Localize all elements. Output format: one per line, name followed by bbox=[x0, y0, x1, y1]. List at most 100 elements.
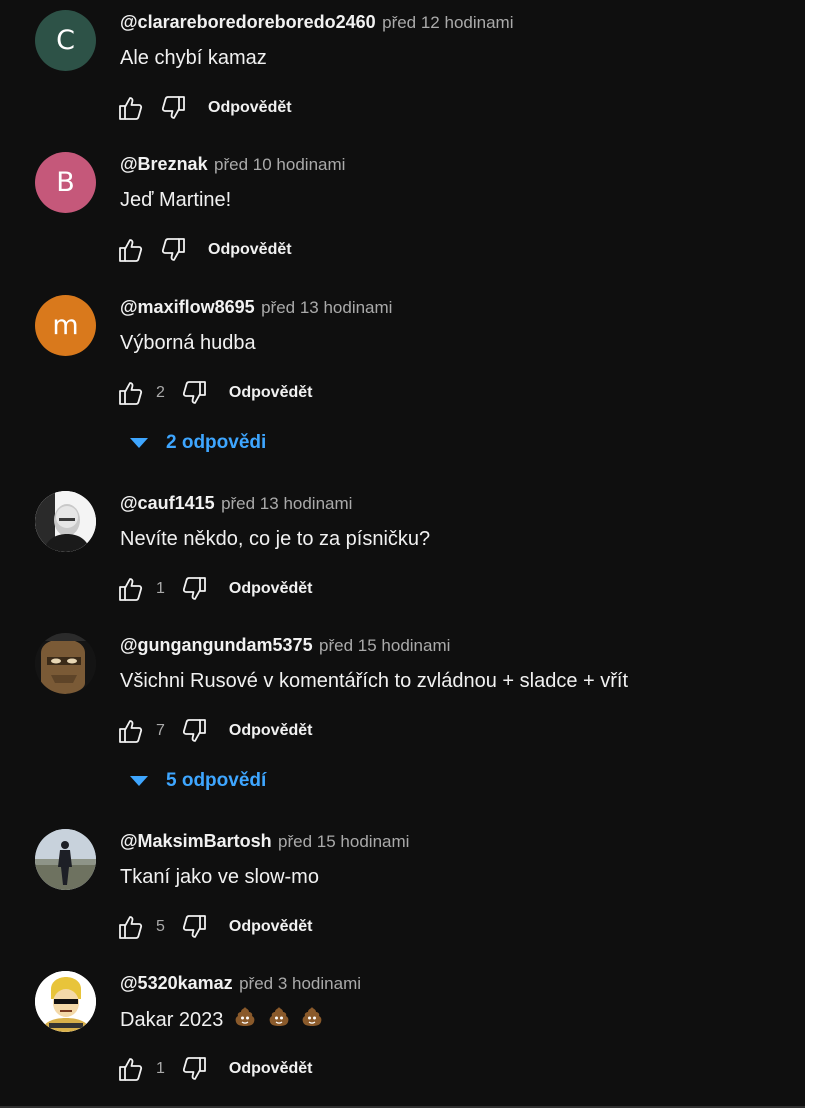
comment-actions: 5 Odpovědět bbox=[110, 907, 312, 947]
caret-down-icon bbox=[130, 776, 148, 786]
like-button[interactable] bbox=[110, 569, 150, 609]
comment-time[interactable]: před 15 hodinami bbox=[319, 636, 450, 655]
avatar-letter: m bbox=[52, 310, 79, 341]
avatar-letter: C bbox=[56, 25, 75, 56]
comment-time[interactable]: před 3 hodinami bbox=[239, 974, 361, 993]
comment-author[interactable]: @Breznak bbox=[120, 154, 208, 174]
thumbs-up-icon bbox=[119, 97, 143, 120]
comment-actions: Odpovědět bbox=[110, 88, 292, 128]
comment-item: C @clarareboredoreboredo2460 před 12 hod… bbox=[0, 10, 805, 140]
reply-button[interactable]: Odpovědět bbox=[208, 93, 292, 123]
reply-button[interactable]: Odpovědět bbox=[229, 716, 313, 746]
comment-author[interactable]: @gungangundam5375 bbox=[120, 635, 313, 655]
thumbs-down-icon bbox=[182, 719, 206, 742]
avatar[interactable] bbox=[35, 829, 96, 890]
comment-text: Všichni Rusové v komentářích to zvládnou… bbox=[120, 670, 629, 692]
like-count: 5 bbox=[156, 918, 165, 935]
comment-author[interactable]: @maxiflow8695 bbox=[120, 297, 255, 317]
avatar[interactable] bbox=[35, 971, 96, 1032]
avatar[interactable]: m bbox=[35, 295, 96, 356]
thumbs-down-icon bbox=[161, 238, 185, 261]
portrait-photo-icon bbox=[35, 491, 96, 552]
comment-header: @clarareboredoreboredo2460 před 12 hodin… bbox=[120, 10, 513, 34]
comment-author[interactable]: @cauf1415 bbox=[120, 493, 215, 513]
comment-item: m @maxiflow8695 před 13 hodinami Výborná… bbox=[0, 295, 805, 453]
like-count: 1 bbox=[156, 580, 165, 597]
comment-actions: 1 Odpovědět bbox=[110, 1049, 312, 1089]
like-count: 1 bbox=[156, 1060, 165, 1077]
thumbs-up-icon bbox=[119, 720, 143, 743]
comment-text: Ale chybí kamaz bbox=[120, 47, 267, 69]
comment-time[interactable]: před 12 hodinami bbox=[382, 13, 513, 32]
comment-author[interactable]: @MaksimBartosh bbox=[120, 831, 272, 851]
comment-header: @cauf1415 před 13 hodinami bbox=[120, 491, 352, 515]
dislike-button[interactable] bbox=[175, 373, 215, 413]
comment-header: @Breznak před 10 hodinami bbox=[120, 152, 345, 176]
comment-text-body: Dakar 2023 bbox=[120, 1009, 224, 1031]
comment-item: @MaksimBartosh před 15 hodinami Tkaní ja… bbox=[0, 829, 805, 959]
poop-emoji-icon bbox=[235, 1007, 255, 1026]
like-button[interactable] bbox=[110, 88, 150, 128]
comment-text: Dakar 2023 bbox=[120, 1005, 324, 1034]
thumbs-down-icon bbox=[182, 577, 206, 600]
comment-text: Výborná hudba bbox=[120, 332, 256, 354]
comment-time[interactable]: před 15 hodinami bbox=[278, 832, 409, 851]
comment-author[interactable]: @clarareboredoreboredo2460 bbox=[120, 12, 376, 32]
avatar[interactable]: B bbox=[35, 152, 96, 213]
comments-panel: C @clarareboredoreboredo2460 před 12 hod… bbox=[0, 0, 805, 1108]
comment-item: @5320kamaz před 3 hodinami Dakar 2023 1 … bbox=[0, 971, 805, 1101]
comment-item: @cauf1415 před 13 hodinami Nevíte někdo,… bbox=[0, 491, 805, 621]
view-replies-button[interactable]: 5 odpovědí bbox=[120, 763, 266, 799]
dislike-button[interactable] bbox=[175, 1049, 215, 1089]
like-button[interactable] bbox=[110, 230, 150, 270]
thumbs-up-icon bbox=[119, 382, 143, 405]
comment-time[interactable]: před 10 hodinami bbox=[214, 155, 345, 174]
dislike-button[interactable] bbox=[175, 569, 215, 609]
comment-text: Nevíte někdo, co je to za písničku? bbox=[120, 528, 431, 550]
avatar[interactable] bbox=[35, 491, 96, 552]
avatar[interactable]: C bbox=[35, 10, 96, 71]
reply-button[interactable]: Odpovědět bbox=[229, 574, 313, 604]
reply-button[interactable]: Odpovědět bbox=[229, 1054, 313, 1084]
comment-actions: Odpovědět bbox=[110, 230, 292, 270]
like-button[interactable] bbox=[110, 1049, 150, 1089]
comment-header: @5320kamaz před 3 hodinami bbox=[120, 971, 361, 995]
comment-author[interactable]: @5320kamaz bbox=[120, 973, 233, 993]
comment-item: B @Breznak před 10 hodinami Jeď Martine!… bbox=[0, 152, 805, 282]
dislike-button[interactable] bbox=[175, 907, 215, 947]
landscape-silhouette-icon bbox=[35, 829, 96, 890]
comment-time[interactable]: před 13 hodinami bbox=[261, 298, 392, 317]
like-button[interactable] bbox=[110, 711, 150, 751]
reply-button[interactable]: Odpovědět bbox=[229, 378, 313, 408]
reply-button[interactable]: Odpovědět bbox=[208, 235, 292, 265]
avatar-letter: B bbox=[56, 167, 75, 198]
avatar[interactable] bbox=[35, 633, 96, 694]
replies-label: 5 odpovědí bbox=[166, 770, 267, 791]
like-button[interactable] bbox=[110, 907, 150, 947]
thumbs-down-icon bbox=[182, 381, 206, 404]
cartoon-meme-icon bbox=[35, 971, 96, 1032]
dislike-button[interactable] bbox=[175, 711, 215, 751]
thumbs-down-icon bbox=[182, 915, 206, 938]
thumbs-up-icon bbox=[119, 916, 143, 939]
poop-emoji-icon bbox=[269, 1007, 288, 1026]
comment-header: @MaksimBartosh před 15 hodinami bbox=[120, 829, 409, 853]
thumbs-down-icon bbox=[161, 96, 185, 119]
view-replies-button[interactable]: 2 odpovědi bbox=[120, 425, 266, 461]
comment-header: @gungangundam5375 před 15 hodinami bbox=[120, 633, 450, 657]
replies-label: 2 odpovědi bbox=[166, 432, 267, 453]
reply-button[interactable]: Odpovědět bbox=[229, 912, 313, 942]
comment-actions: 2 Odpovědět bbox=[110, 373, 312, 413]
like-count: 2 bbox=[156, 384, 165, 401]
comment-time[interactable]: před 13 hodinami bbox=[221, 494, 352, 513]
caret-down-icon bbox=[130, 438, 148, 448]
thumbs-down-icon bbox=[182, 1057, 206, 1080]
dislike-button[interactable] bbox=[154, 230, 194, 270]
thumbs-up-icon bbox=[119, 578, 143, 601]
comment-actions: 1 Odpovědět bbox=[110, 569, 312, 609]
like-button[interactable] bbox=[110, 373, 150, 413]
like-count: 7 bbox=[156, 722, 165, 739]
comment-text: Tkaní jako ve slow-mo bbox=[120, 866, 319, 888]
dislike-button[interactable] bbox=[154, 88, 194, 128]
thumbs-up-icon bbox=[119, 239, 143, 262]
